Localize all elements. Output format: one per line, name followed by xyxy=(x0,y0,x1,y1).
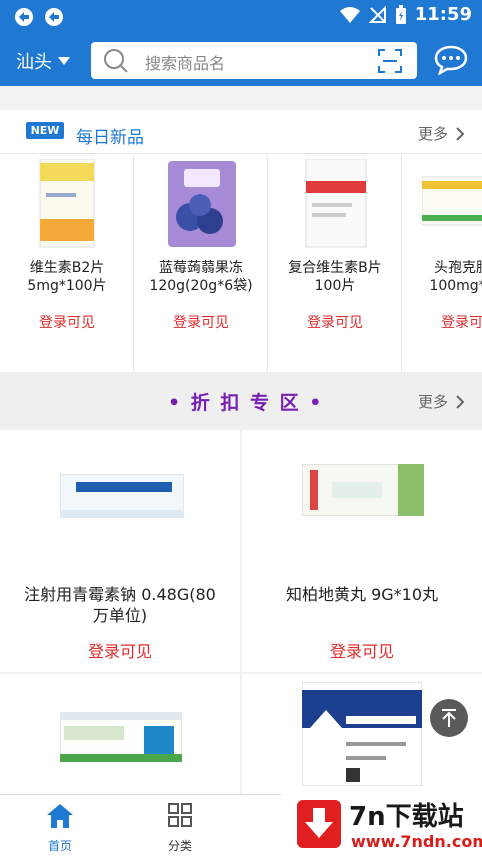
product-name: 头孢克肟分 100mg*6片 xyxy=(429,260,482,294)
divider xyxy=(0,86,482,110)
new-badge: NEW xyxy=(26,122,64,139)
search-icon xyxy=(104,49,128,73)
tab-label: 分类 xyxy=(167,839,192,853)
battery-icon xyxy=(395,4,406,24)
tab-category[interactable]: 分类 xyxy=(120,795,240,858)
product-image xyxy=(422,176,482,226)
watermark: 7n下载站 www.7ndn.com xyxy=(281,790,482,858)
price-login-hint: 登录可见 xyxy=(329,642,394,661)
chevron-right-icon xyxy=(456,126,464,141)
product-name: 复合维生素B片 100片 xyxy=(288,260,382,294)
home-icon xyxy=(47,804,73,828)
arrow-up-icon xyxy=(442,709,456,727)
product-card[interactable]: 复合维生素B片 100片 登录可见 xyxy=(268,155,402,372)
tab-label: 首页 xyxy=(47,839,72,853)
search-input[interactable]: 搜索商品名 xyxy=(145,50,225,74)
no-signal-icon xyxy=(368,5,386,23)
scan-icon[interactable] xyxy=(377,48,403,74)
product-image xyxy=(60,474,184,518)
clock: 11:59 xyxy=(414,4,472,25)
price-login-hint: 登录可见 xyxy=(87,642,152,661)
price-login-hint: 登录可见 xyxy=(39,315,95,331)
product-card[interactable]: 维生素B2片 5mg*100片 登录可见 xyxy=(0,155,134,372)
message-icon[interactable] xyxy=(434,45,468,75)
product-image xyxy=(302,682,422,786)
product-image xyxy=(168,161,236,247)
app-header: 汕头 搜索商品名 xyxy=(0,34,482,86)
product-name: 注射用青霉素钠 0.48G(80 万单位) xyxy=(24,585,216,625)
product-name: 蓝莓蒟蒻果冻 120g(20g*6袋) xyxy=(149,260,253,294)
daily-new-section: NEW 每日新品 更多 维生素B2片 5mg*100片 登录可见 蓝莓蒟蒻果冻 … xyxy=(0,110,482,372)
more-label: 更多 xyxy=(417,393,448,411)
city-selector[interactable]: 汕头 xyxy=(16,48,70,74)
notification-icon xyxy=(45,8,63,26)
section-header: NEW 每日新品 更多 xyxy=(0,110,482,154)
product-name: 知柏地黄丸 9G*10丸 xyxy=(285,585,439,604)
more-link[interactable]: 更多 xyxy=(418,391,464,412)
product-image xyxy=(302,464,424,516)
watermark-url: www.7ndn.com xyxy=(351,832,482,851)
search-bar[interactable]: 搜索商品名 xyxy=(91,42,417,79)
price-login-hint: 登录可见 xyxy=(307,315,363,331)
discount-section-header: • 折 扣 专 区 • 更多 xyxy=(0,372,482,428)
city-label: 汕头 xyxy=(16,52,52,73)
section-title: 每日新品 xyxy=(76,128,144,148)
watermark-title: 7n下载站 xyxy=(349,802,464,832)
price-login-hint: 登录可见 xyxy=(173,315,229,331)
app-screen: 11:59 汕头 搜索商品名 NEW 每日新品 更多 维生素B2片 5mg*10… xyxy=(0,0,482,858)
product-image xyxy=(60,712,182,762)
caret-down-icon xyxy=(58,57,70,65)
product-card[interactable]: 蓝莓蒟蒻果冻 120g(20g*6袋) 登录可见 xyxy=(134,155,268,372)
product-card[interactable]: 头孢克肟分 100mg*6片 登录可见 xyxy=(402,155,482,372)
product-image xyxy=(305,159,367,248)
product-card[interactable]: 注射用青霉素钠 0.48G(80 万单位) 登录可见 xyxy=(0,430,240,672)
more-link[interactable]: 更多 xyxy=(418,123,464,144)
grid-icon xyxy=(168,803,192,827)
discount-product-grid: 注射用青霉素钠 0.48G(80 万单位) 登录可见 知柏地黄丸 9G*10丸 … xyxy=(0,430,482,794)
download-logo-icon xyxy=(297,800,341,848)
product-name: 维生素B2片 5mg*100片 xyxy=(27,260,107,294)
product-card[interactable]: 知柏地黄丸 9G*10丸 登录可见 xyxy=(242,430,482,672)
section-title: • 折 扣 专 区 • xyxy=(168,392,324,414)
more-label: 更多 xyxy=(417,125,448,143)
price-login-hint: 登录可见 xyxy=(441,315,482,331)
status-bar: 11:59 xyxy=(0,0,482,34)
wifi-icon xyxy=(339,6,360,23)
product-image xyxy=(39,159,95,248)
notification-icon xyxy=(15,8,33,26)
chevron-right-icon xyxy=(456,394,464,409)
tab-home[interactable]: 首页 xyxy=(0,795,120,858)
new-product-list: 维生素B2片 5mg*100片 登录可见 蓝莓蒟蒻果冻 120g(20g*6袋)… xyxy=(0,155,482,372)
product-card[interactable] xyxy=(0,674,240,794)
scroll-to-top-button[interactable] xyxy=(430,699,468,737)
